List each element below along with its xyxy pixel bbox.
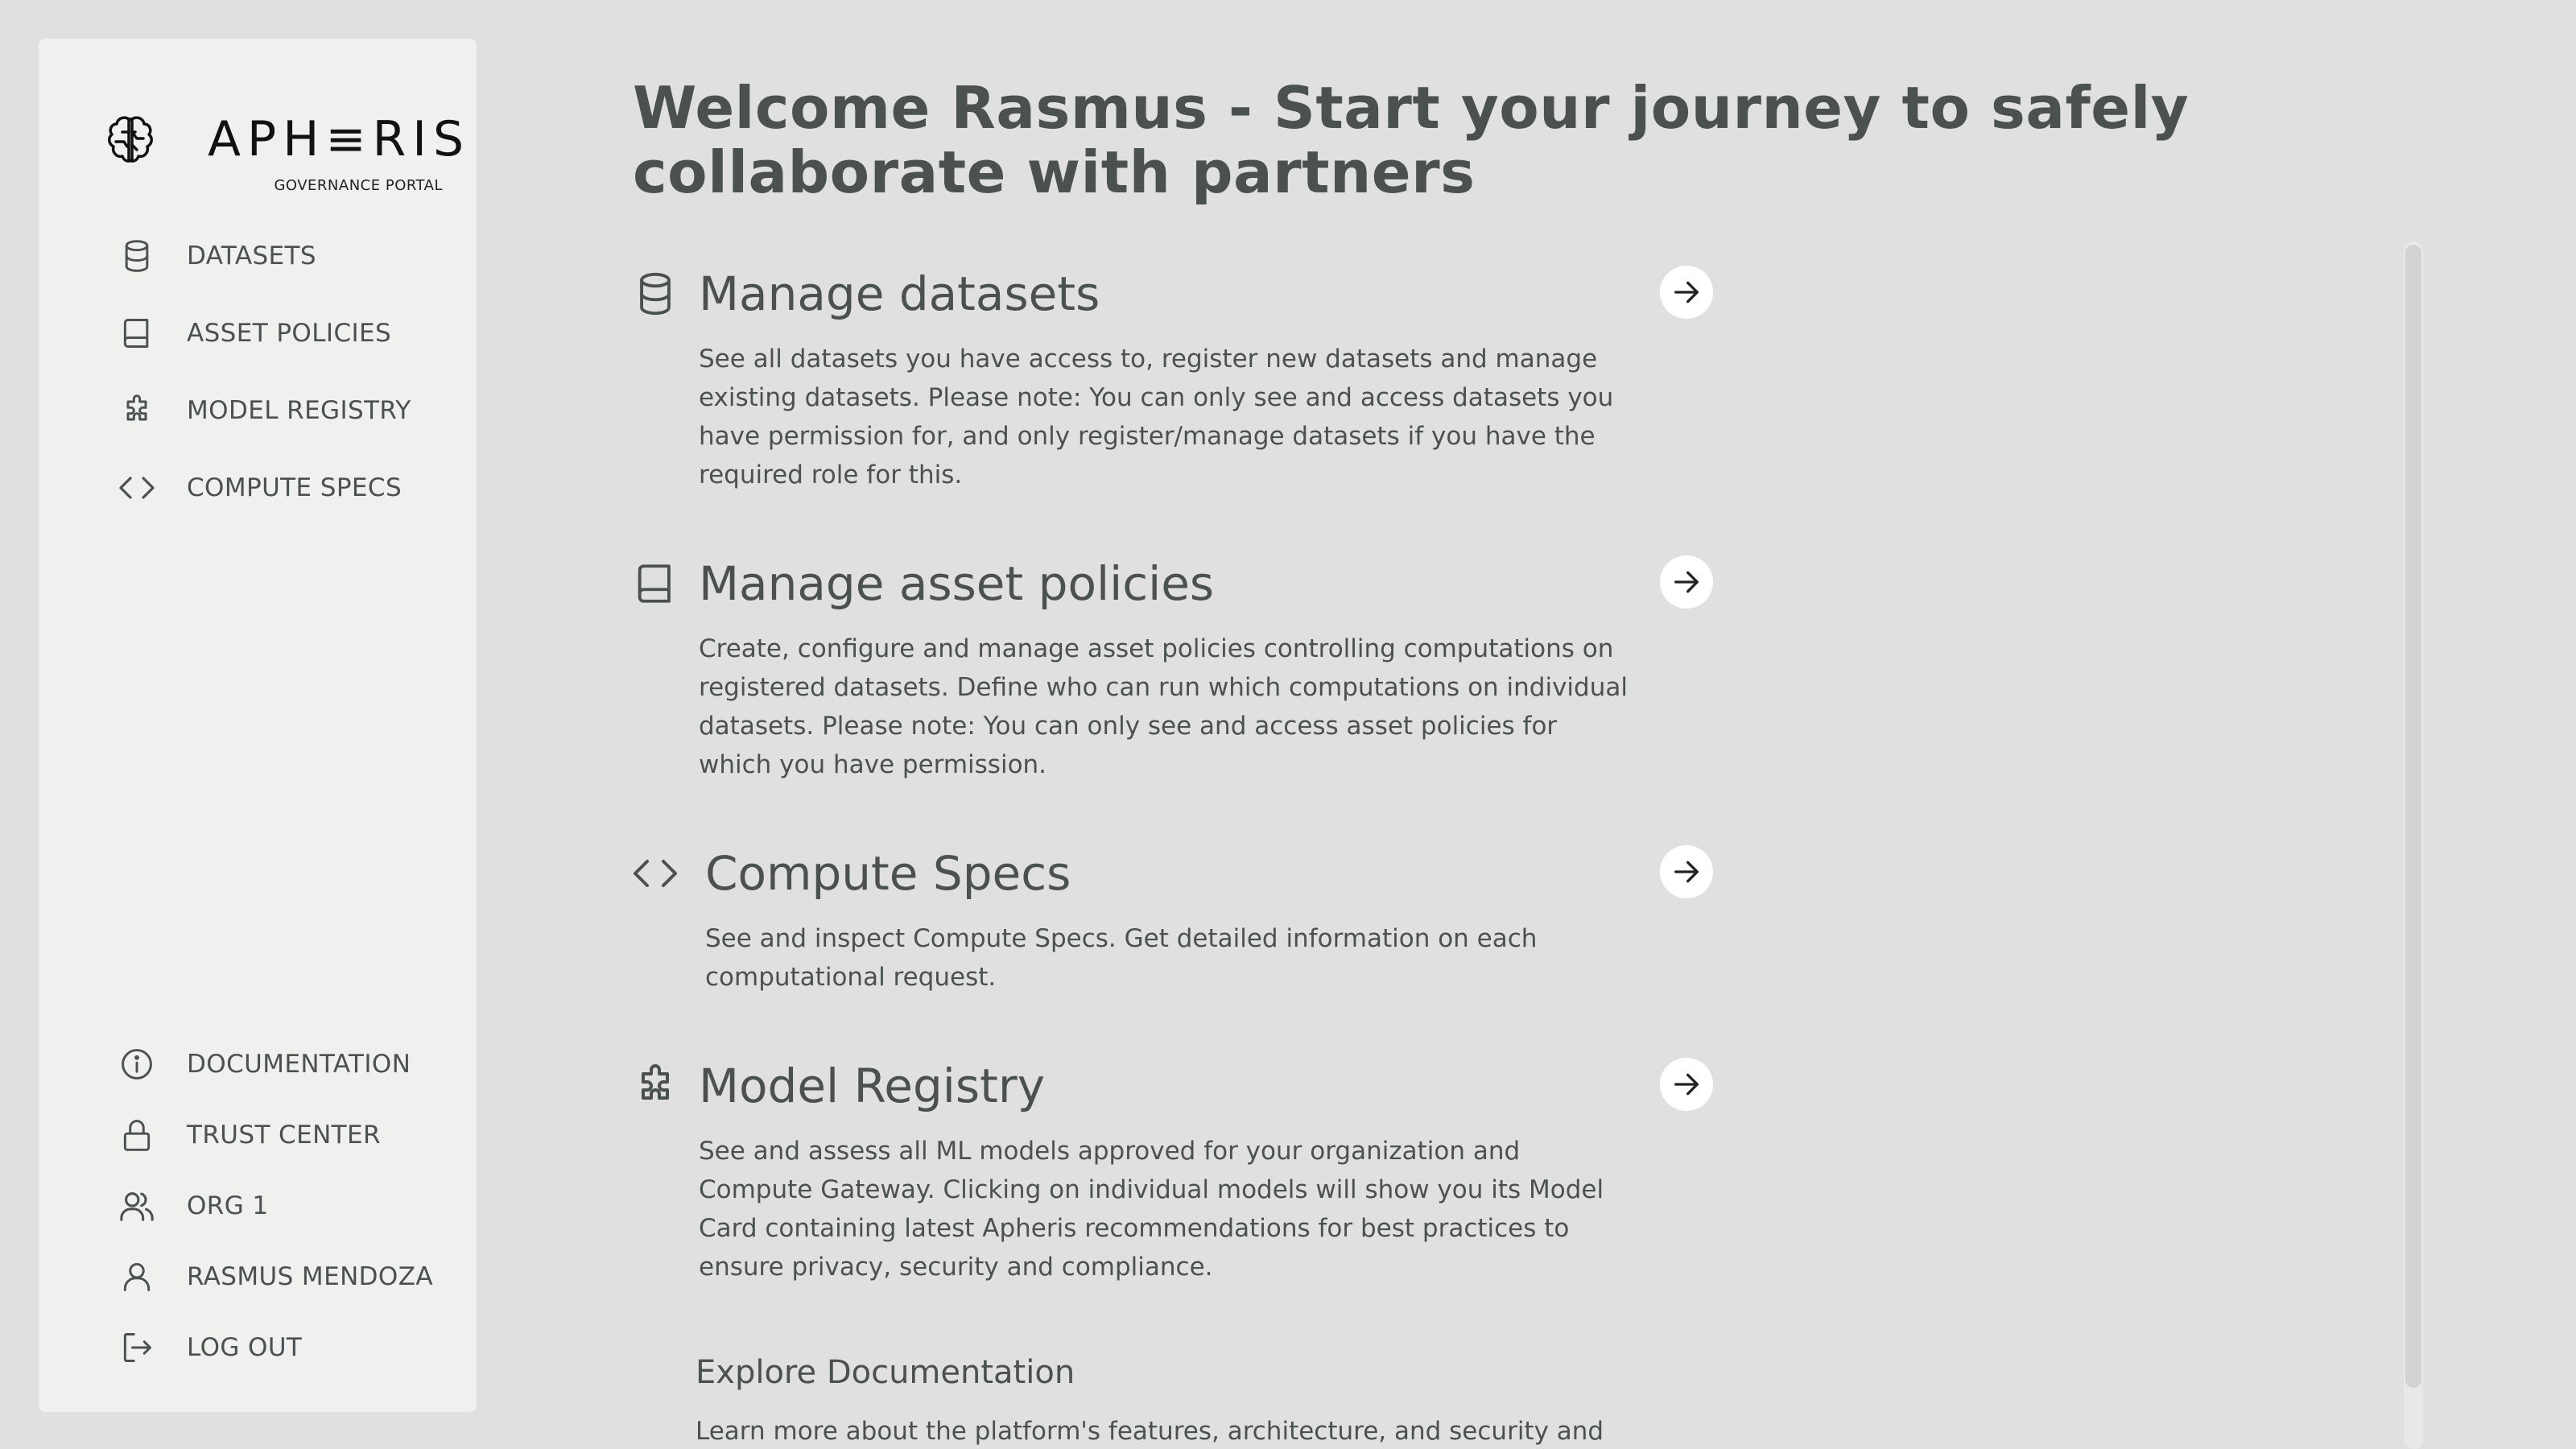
- sidebar-item-documentation[interactable]: DOCUMENTATION: [114, 1042, 452, 1087]
- database-icon: [114, 233, 159, 279]
- book-icon: [114, 311, 159, 356]
- explore-documentation-title: Explore Documentation: [696, 1354, 1075, 1391]
- puzzle-icon: [114, 388, 159, 433]
- card-description: See all datasets you have access to, reg…: [699, 345, 1614, 489]
- card-title: Manage asset policies: [699, 556, 1215, 611]
- open-datasets-button[interactable]: [1660, 266, 1713, 319]
- lock-icon: [114, 1113, 159, 1158]
- card-description: See and inspect Compute Specs. Get detai…: [705, 924, 1538, 992]
- database-icon: [631, 267, 679, 320]
- explore-documentation-description: Learn more about the platform's features…: [696, 1417, 1604, 1446]
- sidebar-item-logout[interactable]: LOG OUT: [114, 1325, 452, 1370]
- book-icon: [631, 557, 679, 610]
- sidebar-item-label: COMPUTE SPECS: [187, 473, 402, 502]
- scrollbar-thumb[interactable]: [2405, 245, 2421, 1388]
- arrow-right-icon: [1674, 861, 1699, 883]
- sidebar-item-org[interactable]: ORG 1: [114, 1183, 452, 1228]
- open-asset-policies-button[interactable]: [1660, 555, 1713, 609]
- sidebar-item-label: MODEL REGISTRY: [187, 396, 411, 425]
- arrow-right-icon: [1674, 281, 1699, 303]
- brand-name: APH≡RIS: [208, 111, 471, 167]
- open-compute-specs-button[interactable]: [1660, 845, 1713, 898]
- sidebar-item-asset-policies[interactable]: ASSET POLICIES: [114, 311, 452, 356]
- sidebar-item-label: DOCUMENTATION: [187, 1050, 411, 1079]
- card-title: Compute Specs: [705, 846, 1071, 901]
- logout-icon: [114, 1325, 159, 1370]
- code-brackets-icon: [631, 847, 679, 900]
- sidebar-item-model-registry[interactable]: MODEL REGISTRY: [114, 388, 452, 433]
- card-title: Manage datasets: [699, 266, 1100, 321]
- user-icon: [114, 1254, 159, 1299]
- users-icon: [114, 1183, 159, 1228]
- arrow-right-icon: [1674, 1073, 1699, 1096]
- apheris-logo[interactable]: APH≡RIS GOVERNANCE PORTAL: [105, 77, 464, 194]
- sidebar-item-label: TRUST CENTER: [187, 1121, 381, 1150]
- puzzle-icon: [631, 1059, 679, 1113]
- code-brackets-icon: [114, 465, 159, 510]
- sidebar: APH≡RIS GOVERNANCE PORTAL DATASETS ASSET…: [39, 39, 477, 1412]
- sidebar-item-user-profile[interactable]: RASMUS MENDOZA: [114, 1254, 452, 1299]
- card-description: Create, configure and manage asset polic…: [699, 634, 1628, 779]
- page-title: Welcome Rasmus - Start your journey to s…: [633, 74, 2190, 206]
- info-icon: [114, 1042, 159, 1087]
- sidebar-item-datasets[interactable]: DATASETS: [114, 233, 452, 279]
- sidebar-item-label: DATASETS: [187, 242, 316, 270]
- card-description: See and assess all ML models approved fo…: [699, 1137, 1604, 1282]
- sidebar-item-compute-specs[interactable]: COMPUTE SPECS: [114, 465, 452, 510]
- sidebar-item-trust-center[interactable]: TRUST CENTER: [114, 1113, 452, 1158]
- sidebar-item-label: LOG OUT: [187, 1333, 303, 1362]
- brain-icon: [108, 116, 153, 163]
- brand-subtitle: GOVERNANCE PORTAL: [274, 177, 443, 194]
- open-model-registry-button[interactable]: [1660, 1058, 1713, 1111]
- card-title: Model Registry: [699, 1059, 1046, 1113]
- arrow-right-icon: [1674, 571, 1699, 593]
- sidebar-item-label: RASMUS MENDOZA: [187, 1262, 433, 1291]
- sidebar-item-label: ASSET POLICIES: [187, 319, 392, 348]
- sidebar-item-label: ORG 1: [187, 1191, 269, 1220]
